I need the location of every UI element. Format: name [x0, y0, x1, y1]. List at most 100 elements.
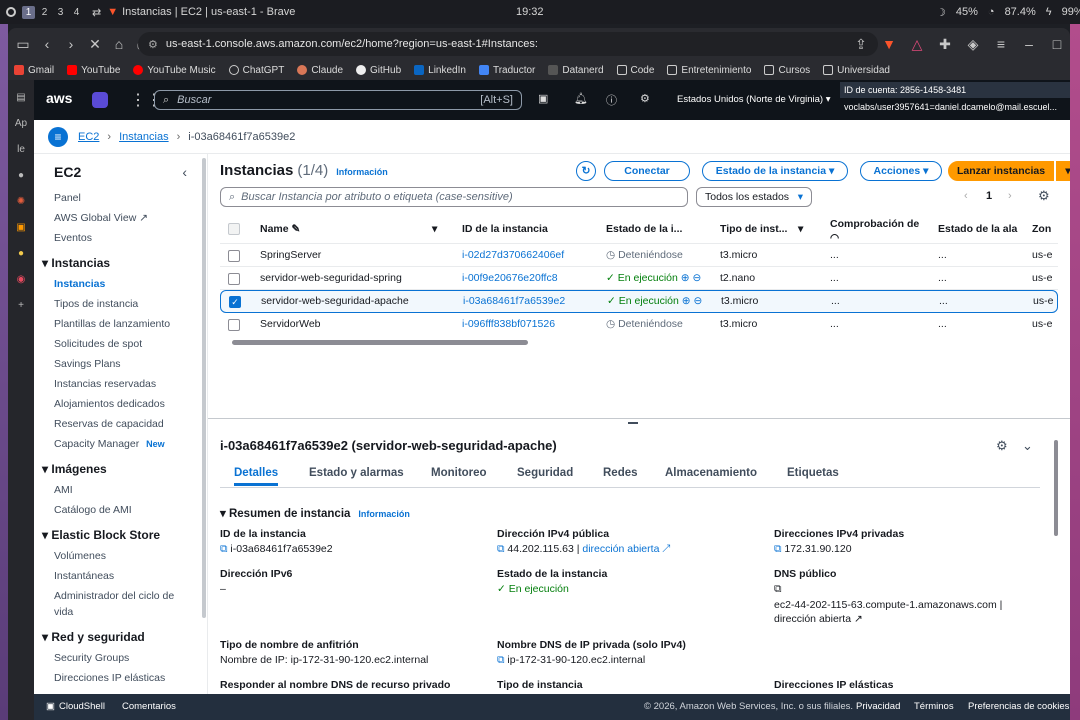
aws-logo[interactable]: aws — [46, 90, 72, 106]
select-all-checkbox[interactable] — [228, 223, 240, 235]
info-link[interactable]: Información — [336, 167, 388, 177]
table-row-selected[interactable]: ✓ servidor-web-seguridad-apache i-03a684… — [220, 290, 1058, 313]
table-row[interactable]: ServidorWeb i-096fff838bf071526 ◷ Deteni… — [220, 313, 1058, 336]
privacy-link[interactable]: Privacidad — [856, 701, 900, 712]
terms-link[interactable]: Términos — [914, 701, 954, 712]
column-type[interactable]: Tipo de inst... ▾ — [720, 214, 816, 244]
tab-status-alarms[interactable]: Estado y alarmas — [309, 460, 404, 486]
menu-icon[interactable]: ≡ — [990, 33, 1012, 55]
bookmark-linkedin[interactable]: LinkedIn — [414, 65, 466, 76]
column-zone[interactable]: Zon — [1032, 214, 1058, 244]
comments-link[interactable]: Comentarios — [122, 701, 176, 712]
forward-icon[interactable]: › — [60, 33, 82, 55]
row-checkbox[interactable] — [228, 319, 240, 331]
sidebar-app-1[interactable]: Ap — [8, 110, 34, 136]
sidebar-toggle-icon[interactable]: ▭ — [12, 33, 34, 55]
workspace-2[interactable]: 2 — [38, 6, 51, 19]
hamburger-menu-icon[interactable]: ≡ — [48, 126, 68, 147]
nav-item-security-groups[interactable]: Security Groups — [34, 648, 207, 668]
aws-icon[interactable]: ▣ — [8, 214, 34, 240]
breadcrumb-ec2[interactable]: EC2 — [78, 131, 99, 143]
instance-id-link[interactable]: i-096fff838bf071526 — [462, 313, 592, 336]
nav-scrollbar[interactable] — [202, 158, 206, 618]
zoom-in-icon[interactable]: ⊕ — [681, 272, 690, 284]
bookmark-traductor[interactable]: Traductor — [478, 65, 535, 76]
row-checkbox-checked[interactable]: ✓ — [229, 296, 241, 308]
nav-section-network[interactable]: ▾ Red y seguridad — [34, 626, 207, 648]
instance-state-button[interactable]: Estado de la instancia ▾ — [702, 161, 848, 181]
workspace-1[interactable]: 1 — [22, 5, 35, 19]
zoom-in-icon[interactable]: ⊕ — [682, 295, 691, 307]
nav-item-launch-templates[interactable]: Plantillas de lanzamiento — [34, 314, 207, 334]
page-number[interactable]: 1 — [986, 190, 992, 202]
bookmark-folder-entretenimiento[interactable]: Entretenimiento — [667, 65, 751, 76]
bookmark-gmail[interactable]: Gmail — [14, 65, 54, 76]
back-icon[interactable]: ‹ — [36, 33, 58, 55]
copy-icon[interactable]: ⧉ — [220, 543, 228, 555]
nav-item-savings-plans[interactable]: Savings Plans — [34, 354, 207, 374]
copy-icon[interactable]: ⧉ — [774, 543, 782, 555]
nav-item-panel[interactable]: Panel — [34, 188, 207, 208]
home-icon[interactable]: ⌂ — [108, 33, 130, 55]
duck-icon[interactable]: ● — [8, 240, 34, 266]
region-selector[interactable]: Estados Unidos (Norte de Virginia) ▾ — [677, 94, 831, 105]
copy-icon[interactable]: ⧉ — [497, 543, 505, 555]
cloudshell-button[interactable]: ▣ CloudShell — [46, 701, 105, 712]
nav-section-instances[interactable]: ▾ Instancias — [34, 252, 207, 274]
details-settings-icon[interactable]: ⚙ — [996, 438, 1008, 454]
column-state[interactable]: Estado de la i... — [606, 214, 706, 244]
bookmark-github[interactable]: GitHub — [356, 65, 401, 76]
launch-instances-button[interactable]: Lanzar instancias — [948, 161, 1054, 181]
zoom-out-icon[interactable]: ⊖ — [694, 295, 703, 307]
maximize-icon[interactable]: □ — [1046, 33, 1068, 55]
instance-search-input[interactable]: ⌕ Buscar Instancia por atributo o etique… — [220, 187, 688, 207]
nav-item-ami-catalog[interactable]: Catálogo de AMI — [34, 500, 207, 520]
nav-section-images[interactable]: ▾ Imágenes — [34, 458, 207, 480]
instance-id-link[interactable]: i-00f9e20676e20ffc8 — [462, 267, 592, 290]
tab-security[interactable]: Seguridad — [517, 460, 573, 486]
drag-handle-icon[interactable] — [628, 422, 638, 424]
bookmark-chatgpt[interactable]: ChatGPT — [228, 65, 284, 76]
bookmark-folder-code[interactable]: Code — [616, 65, 654, 76]
scrollbar-thumb[interactable] — [232, 340, 528, 345]
nav-item-spot-requests[interactable]: Solicitudes de spot — [34, 334, 207, 354]
column-instance-id[interactable]: ID de la instancia — [462, 214, 592, 244]
zoom-out-icon[interactable]: ⊖ — [693, 272, 702, 284]
extensions-icon[interactable]: ✚ — [934, 33, 956, 55]
tab-monitoring[interactable]: Monitoreo — [431, 460, 487, 486]
breadcrumb-instances[interactable]: Instancias — [119, 131, 169, 143]
copy-icon[interactable]: ⧉ — [774, 583, 782, 596]
table-row[interactable]: servidor-web-seguridad-spring i-00f9e206… — [220, 267, 1058, 290]
nav-item-snapshots[interactable]: Instantáneas — [34, 566, 207, 586]
split-divider[interactable] — [208, 418, 1070, 419]
bookmark-datanerd[interactable]: Datanerd — [548, 65, 604, 76]
sidebar-panel-icon[interactable]: ▤ — [8, 84, 34, 110]
nav-item-capacity-manager[interactable]: Capacity Manager New — [34, 434, 207, 454]
nav-item-reserved-instances[interactable]: Instancias reservadas — [34, 374, 207, 394]
nav-item-volumes[interactable]: Volúmenes — [34, 546, 207, 566]
settings-icon[interactable]: ⚙ — [640, 92, 650, 105]
tab-tags[interactable]: Etiquetas — [787, 460, 839, 486]
aws-search-box[interactable]: ⌕ Buscar [Alt+S] — [154, 90, 522, 110]
open-address-link[interactable]: dirección abierta ↗ — [582, 543, 670, 555]
summary-info-link[interactable]: Información — [358, 509, 410, 519]
copy-icon[interactable]: ⧉ — [497, 654, 505, 666]
nav-item-dedicated-hosts[interactable]: Alojamientos dedicados — [34, 394, 207, 414]
target-icon[interactable]: ◉ — [8, 266, 34, 292]
user-menu[interactable]: voclabs/user3957641=daniel.dcamelo@mail.… — [844, 102, 1070, 112]
tab-details[interactable]: Detalles — [234, 460, 279, 486]
nav-section-ebs[interactable]: ▾ Elastic Block Store — [34, 524, 207, 546]
workspace-3[interactable]: 3 — [54, 6, 67, 19]
refresh-button[interactable]: ↻ — [576, 161, 596, 181]
next-page-icon[interactable]: › — [1008, 190, 1012, 202]
bookmark-youtube-music[interactable]: YouTube Music — [133, 65, 216, 76]
brave-shields-icon[interactable]: ▼ — [878, 33, 900, 55]
bell-icon[interactable]: 🔔︎ — [574, 92, 588, 105]
launcher-icon[interactable] — [6, 7, 16, 17]
add-icon[interactable]: + — [8, 292, 34, 318]
nav-item-global-view[interactable]: AWS Global View ↗ — [34, 208, 207, 228]
sidebar-app-2[interactable]: le — [8, 136, 34, 162]
table-horizontal-scrollbar[interactable] — [222, 340, 1058, 346]
bookmark-claude[interactable]: Claude — [297, 65, 343, 76]
nav-item-instance-types[interactable]: Tipos de instancia — [34, 294, 207, 314]
